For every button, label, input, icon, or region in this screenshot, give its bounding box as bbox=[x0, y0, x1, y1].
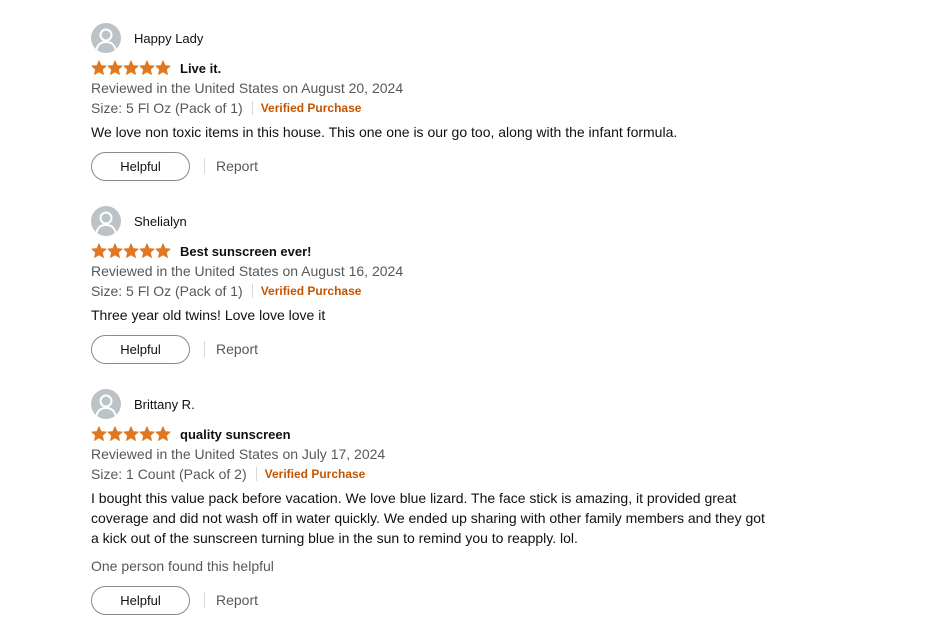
avatar bbox=[91, 389, 121, 419]
report-link[interactable]: Report bbox=[216, 158, 258, 174]
divider bbox=[204, 158, 205, 174]
review-title[interactable]: quality sunscreen bbox=[180, 427, 291, 442]
star-icon bbox=[91, 243, 107, 258]
avatar bbox=[91, 23, 121, 53]
report-link[interactable]: Report bbox=[216, 341, 258, 357]
divider bbox=[251, 284, 253, 298]
verified-purchase-badge: Verified Purchase bbox=[264, 467, 366, 481]
review-body: Three year old twins! Love love love it bbox=[91, 307, 326, 323]
review-body: I bought this value pack before vacation… bbox=[91, 490, 765, 546]
star-rating[interactable] bbox=[91, 426, 171, 442]
reviewer-profile[interactable]: Happy Lady bbox=[91, 23, 791, 53]
review-title[interactable]: Best sunscreen ever! bbox=[180, 244, 312, 259]
star-rating[interactable] bbox=[91, 60, 171, 76]
person-icon bbox=[95, 211, 117, 236]
helpful-button[interactable]: Helpful bbox=[91, 334, 190, 364]
review-date: Reviewed in the United States on August … bbox=[91, 263, 404, 279]
variant-size[interactable]: Size: 1 Count (Pack of 2) bbox=[91, 466, 247, 482]
star-icon bbox=[155, 60, 171, 75]
reviewer-name[interactable]: Brittany R. bbox=[134, 397, 195, 412]
reviewer-profile[interactable]: Shelialyn bbox=[91, 206, 791, 236]
helpful-count: One person found this helpful bbox=[91, 558, 274, 574]
star-icon bbox=[123, 60, 139, 75]
report-link[interactable]: Report bbox=[216, 592, 258, 608]
helpful-button[interactable]: Helpful bbox=[91, 151, 190, 181]
reviewer-profile[interactable]: Brittany R. bbox=[91, 389, 791, 419]
star-icon bbox=[139, 60, 155, 75]
person-icon bbox=[95, 28, 117, 53]
star-rating[interactable] bbox=[91, 243, 171, 259]
verified-purchase-badge: Verified Purchase bbox=[260, 101, 362, 115]
divider bbox=[204, 341, 205, 357]
star-icon bbox=[139, 426, 155, 441]
star-icon bbox=[123, 426, 139, 441]
star-icon bbox=[123, 243, 139, 258]
divider bbox=[251, 101, 253, 115]
star-icon bbox=[107, 60, 123, 75]
star-icon bbox=[91, 60, 107, 75]
reviewer-name[interactable]: Happy Lady bbox=[134, 31, 203, 46]
divider bbox=[255, 467, 257, 481]
person-icon bbox=[95, 394, 117, 419]
star-icon bbox=[139, 243, 155, 258]
review-date: Reviewed in the United States on August … bbox=[91, 80, 404, 96]
variant-size[interactable]: Size: 5 Fl Oz (Pack of 1) bbox=[91, 283, 243, 299]
variant-size[interactable]: Size: 5 Fl Oz (Pack of 1) bbox=[91, 100, 243, 116]
avatar bbox=[91, 206, 121, 236]
review-body: We love non toxic items in this house. T… bbox=[91, 124, 678, 140]
reviewer-name[interactable]: Shelialyn bbox=[134, 214, 187, 229]
review-card: Happy Lady Live it. Reviewed in the Unit… bbox=[91, 23, 791, 181]
review-card: Shelialyn Best sunscreen ever! Reviewed … bbox=[91, 206, 791, 364]
star-icon bbox=[107, 426, 123, 441]
verified-purchase-badge: Verified Purchase bbox=[260, 284, 362, 298]
divider bbox=[204, 592, 205, 608]
helpful-button[interactable]: Helpful bbox=[91, 585, 190, 615]
star-icon bbox=[107, 243, 123, 258]
review-date: Reviewed in the United States on July 17… bbox=[91, 446, 386, 462]
star-icon bbox=[155, 426, 171, 441]
star-icon bbox=[155, 243, 171, 258]
star-icon bbox=[91, 426, 107, 441]
review-card: Brittany R. quality sunscreen Reviewed i… bbox=[91, 389, 791, 615]
review-title[interactable]: Live it. bbox=[180, 61, 221, 76]
